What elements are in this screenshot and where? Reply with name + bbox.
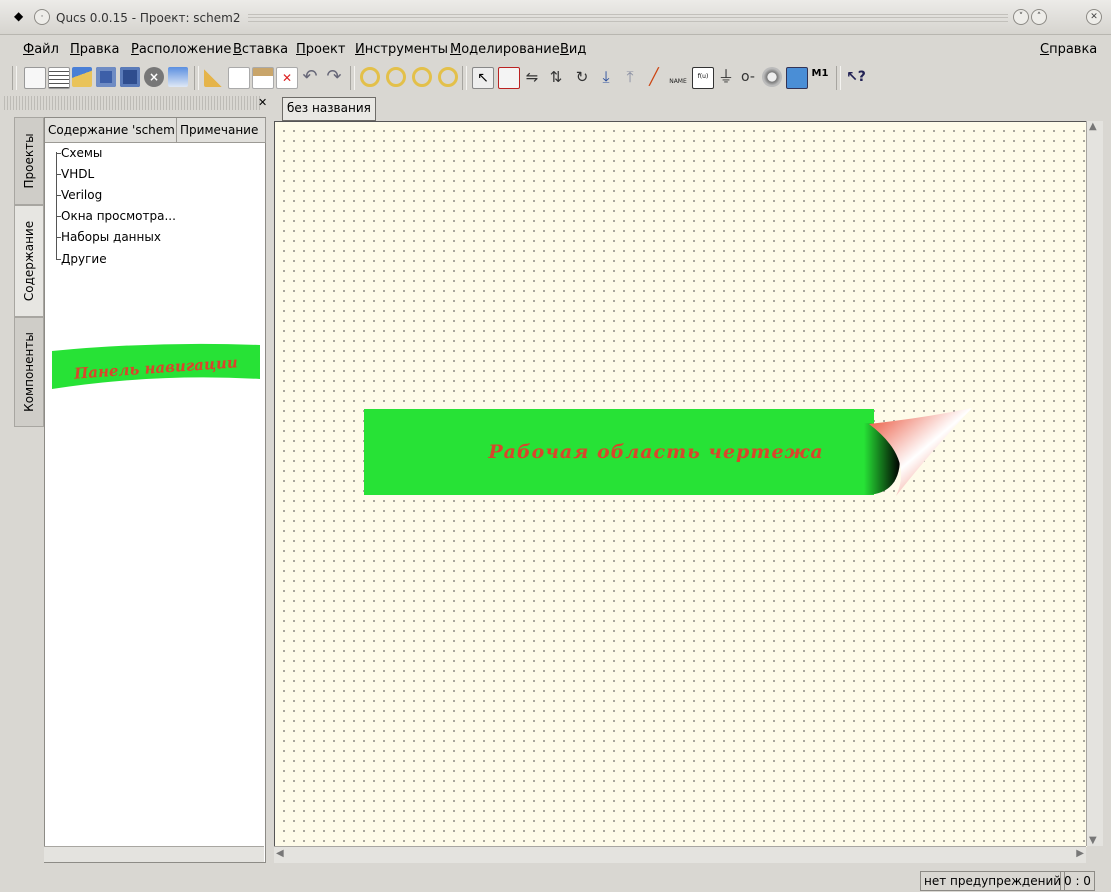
window-title: Qucs 0.0.15 - Проект: schem2 (56, 11, 241, 25)
document-tab-bar (280, 96, 1111, 120)
content-tree-panel: Содержание 'schem Примечание Схемы VHDL … (44, 117, 266, 863)
title-bar: ◆ · Qucs 0.0.15 - Проект: schem2 ˅ ˄ ✕ (0, 0, 1111, 35)
tab-components-label: Компоненты (22, 332, 36, 412)
tree-item-datasets[interactable]: Наборы данных (61, 230, 161, 244)
go-into-icon[interactable]: ⤓ (596, 67, 616, 87)
close-window-icon[interactable]: ✕ (1086, 9, 1102, 25)
column-header-note[interactable]: Примечание (177, 118, 266, 143)
port-icon[interactable]: o- (738, 67, 758, 87)
zoom-in-icon[interactable] (412, 67, 432, 87)
zoom-fit-icon[interactable] (360, 67, 380, 87)
dock-handle[interactable] (4, 96, 260, 110)
tree-item-verilog[interactable]: Verilog (61, 188, 102, 202)
menu-insert[interactable]: Вставка (233, 42, 288, 57)
menu-positioning[interactable]: Расположение (131, 42, 231, 57)
mirror-y-icon[interactable]: ⇅ (546, 67, 566, 87)
tree-item-displays[interactable]: Окна просмотра... (61, 209, 176, 223)
canvas-vertical-scrollbar[interactable]: ▲ ▼ (1086, 121, 1103, 846)
menu-view[interactable]: Вид (560, 42, 586, 57)
menu-edit[interactable]: Правка (70, 42, 119, 57)
nav-panel-banner: Панель навигации (52, 343, 260, 389)
redo-icon[interactable]: ↷ (324, 67, 344, 87)
pop-out-icon[interactable]: ⤒ (620, 67, 640, 87)
toolbar-separator (462, 66, 467, 90)
tab-content[interactable]: Содержание (14, 205, 44, 317)
tab-content-label: Содержание (22, 220, 36, 302)
save-all-icon[interactable] (120, 67, 140, 87)
print-icon[interactable] (168, 67, 188, 87)
tree-item-others[interactable]: Другие (61, 252, 107, 266)
select-icon[interactable]: ↖ (472, 67, 494, 89)
scroll-right-icon[interactable]: ▶ (1076, 848, 1084, 859)
undo-icon[interactable]: ↶ (300, 67, 320, 87)
scroll-down-icon[interactable]: ▼ (1089, 835, 1097, 846)
menu-simulation[interactable]: Моделирование (450, 42, 560, 57)
zoom-out-icon[interactable] (438, 67, 458, 87)
copy-icon[interactable] (228, 67, 250, 89)
work-area-banner: Рабочая область чертежа (364, 408, 972, 496)
wire-label-icon[interactable]: NAME (668, 67, 688, 87)
tab-projects[interactable]: Проекты (14, 117, 44, 205)
scroll-left-icon[interactable]: ◀ (276, 848, 284, 859)
dock-close-icon[interactable]: ✕ (258, 96, 267, 109)
save-icon[interactable] (96, 67, 116, 87)
menu-help[interactable]: Справка (1040, 42, 1097, 57)
work-banner-text: Рабочая область чертежа (487, 441, 823, 463)
rotate-icon[interactable]: ↻ (572, 67, 592, 87)
zoom-1to1-icon[interactable] (386, 67, 406, 87)
tree-item-schematics[interactable]: Схемы (61, 146, 102, 160)
kde-menu-icon[interactable]: ◆ (14, 9, 23, 23)
minimize-icon[interactable]: ˅ (1013, 9, 1029, 25)
tree-horizontal-scrollbar[interactable] (44, 846, 264, 862)
maximize-icon[interactable]: ˄ (1031, 9, 1047, 25)
close-icon[interactable]: × (144, 67, 164, 87)
status-coords: 0 : 0 (1060, 871, 1095, 891)
status-warnings: нет предупреждений (920, 871, 1066, 891)
simulate-icon[interactable] (762, 67, 782, 87)
display-icon[interactable] (786, 67, 808, 89)
wire-icon[interactable]: ╱ (644, 67, 664, 87)
new-text-icon[interactable] (48, 67, 70, 89)
delete-icon[interactable]: ✕ (276, 67, 298, 89)
marker-icon[interactable]: M1 (810, 67, 830, 87)
tree-line (56, 152, 57, 260)
scroll-up-icon[interactable]: ▲ (1089, 121, 1097, 132)
ground-icon[interactable]: ⏚ (716, 67, 736, 87)
menu-project[interactable]: Проект (296, 42, 345, 57)
cut-icon[interactable] (204, 67, 224, 87)
open-file-icon[interactable] (72, 67, 92, 87)
sticky-icon[interactable]: · (34, 9, 50, 25)
canvas-horizontal-scrollbar[interactable]: ◀ ▶ (274, 846, 1086, 863)
menu-file[interactable]: Файл (23, 42, 59, 57)
toolbar-handle[interactable] (12, 66, 17, 90)
menu-tools[interactable]: Инструменты (355, 42, 448, 57)
tab-components[interactable]: Компоненты (14, 317, 44, 427)
column-header-content[interactable]: Содержание 'schem (45, 118, 177, 143)
new-file-icon[interactable] (24, 67, 46, 89)
document-tab[interactable]: без названия (282, 97, 376, 121)
tab-projects-label: Проекты (22, 133, 36, 189)
toolbar-separator (350, 66, 355, 90)
equation-icon[interactable]: f(u) (692, 67, 714, 89)
menu-bar: Файл Правка Расположение Вставка Проект … (0, 36, 1111, 62)
toolbar-separator (194, 66, 199, 90)
title-stripes (248, 14, 1008, 22)
whats-this-icon[interactable]: ↖? (846, 67, 866, 87)
toolbar-separator (836, 66, 841, 90)
tree-item-vhdl[interactable]: VHDL (61, 167, 94, 181)
component-icon[interactable] (498, 67, 520, 89)
mirror-x-icon[interactable]: ⇋ (522, 67, 542, 87)
toolbar: × ✕ ↶ ↷ ↖ ⇋ ⇅ ↻ ⤓ ⤒ ╱ NAME f(u) ⏚ o- M1 … (0, 63, 1111, 93)
paste-icon[interactable] (252, 67, 274, 89)
